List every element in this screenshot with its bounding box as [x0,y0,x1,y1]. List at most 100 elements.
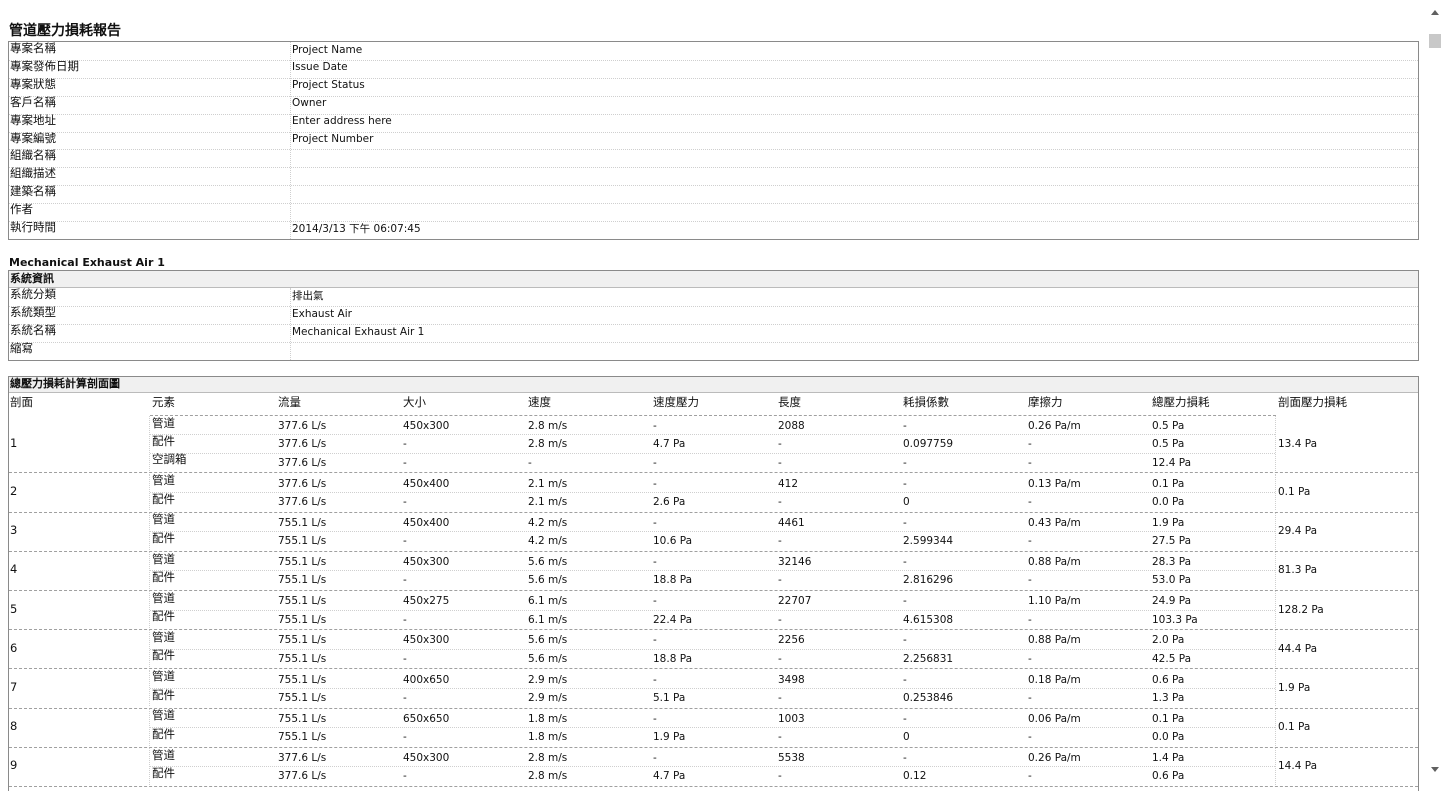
table-cell: 2.6 Pa [653,496,686,508]
info-label: 專案發佈日期 [10,58,79,73]
info-value: Project Number [292,133,374,145]
table-cell: 0.1 Pa [1152,477,1185,490]
table-cell: - [778,496,782,508]
section-right-divider [1275,416,1276,472]
table-cell: 755.1 L/s [278,673,327,686]
scrollbar-thumb[interactable] [1429,34,1441,48]
pressure-loss-header-bar [9,377,1418,393]
table-cell: - [903,634,907,647]
table-cell: 755.1 L/s [278,731,327,744]
element-type: 配件 [152,765,175,780]
table-cell: - [778,535,782,548]
section-right-divider [1275,552,1276,589]
row-divider [150,609,1275,611]
table-cell: 0.6 Pa [1152,770,1185,783]
table-cell: 1003 [778,712,805,725]
table-cell: 450x300 [403,420,450,432]
section-total-loss: 29.4 Pa [1278,525,1318,538]
table-cell: 755.1 L/s [278,692,327,704]
table-cell: - [903,456,907,469]
section-id: 9 [10,758,18,773]
table-cell: 755.1 L/s [278,652,327,665]
table-cell: 0.097759 [903,438,954,451]
table-cell: 5.6 m/s [528,556,568,568]
row-divider [150,688,1275,689]
table-cell: 18.8 Pa [653,652,693,665]
element-type: 管道 [152,551,175,566]
table-cell: 4.2 m/s [528,535,568,548]
row-divider [150,492,1275,493]
table-cell: 377.6 L/s [278,477,327,490]
table-cell: 1.3 Pa [1152,692,1185,704]
table-cell: - [653,556,657,568]
table-cell: 10.6 Pa [653,535,693,548]
table-cell: 2.599344 [903,535,954,548]
table-cell: - [778,692,782,704]
table-cell: 5.6 m/s [528,574,568,587]
table-cell: - [778,574,782,587]
row-divider [9,77,1418,79]
table-cell: - [653,420,657,432]
table-cell: 450x400 [403,516,450,529]
table-cell: 22.4 Pa [653,613,693,626]
info-label: 縮寫 [10,341,33,355]
info-label: 系統分類 [10,287,56,301]
table-cell: 2.8 m/s [528,420,568,432]
section-id: 7 [10,680,18,694]
table-cell: - [1028,770,1032,783]
table-cell: 1.9 Pa [1152,516,1185,529]
column-header: 摩擦力 [1028,395,1063,409]
column-header: 速度壓力 [653,395,699,409]
info-value: Enter address here [292,115,392,128]
vertical-scrollbar[interactable] [1427,0,1444,791]
info-value: 排出氣 [292,289,324,302]
chevron-up-icon[interactable] [1431,10,1439,15]
table-cell: - [653,752,657,764]
table-cell: - [778,770,782,783]
info-value: Issue Date [292,61,348,74]
table-cell: 2.9 m/s [528,692,568,704]
table-cell: 4.7 Pa [653,770,686,783]
section-divider [9,707,1418,709]
table-cell: - [903,516,907,529]
table-cell: 377.6 L/s [278,770,327,783]
element-type: 管道 [152,747,175,762]
report-title: 管道壓力損耗報告 [9,23,121,39]
table-cell: 2.8 m/s [528,752,568,764]
table-cell: 450x300 [403,634,450,647]
table-cell: - [1028,692,1032,704]
table-cell: - [778,731,782,744]
info-value: 2014/3/13 下午 06:07:45 [292,222,421,235]
table-cell: 0.0 Pa [1152,496,1185,508]
table-cell: 6.1 m/s [528,613,568,626]
table-cell: - [903,673,907,686]
pressure-loss-heading: 總壓力損耗計算剖面圖 [10,377,120,390]
table-cell: 6.1 m/s [528,595,568,608]
table-cell: 450x275 [403,595,450,608]
row-divider [9,149,1418,151]
table-cell: - [653,595,657,608]
info-label: 執行時間 [10,220,56,234]
table-cell: - [403,535,407,548]
chevron-down-icon[interactable] [1431,767,1439,772]
row-divider [9,185,1418,187]
section-id: 3 [10,523,18,538]
element-type: 管道 [152,669,175,684]
table-cell: - [1028,574,1032,587]
column-header: 總壓力損耗 [1152,395,1210,409]
column-header: 剖面壓力損耗 [1278,395,1347,409]
section-total-loss: 81.3 Pa [1278,564,1318,577]
section-divider [9,786,1418,787]
section-right-divider [1275,669,1276,707]
section-divider [9,472,1418,474]
table-cell: 5538 [778,752,805,764]
table-cell: 1.9 Pa [653,731,686,744]
section-total-loss: 0.1 Pa [1278,486,1311,498]
section-left-divider [149,416,150,472]
table-cell: - [903,712,907,725]
pressure-loss-table [8,376,1419,791]
row-divider [150,452,1275,454]
row-divider [150,531,1275,533]
table-cell: 5.6 m/s [528,634,568,647]
info-value: Mechanical Exhaust Air 1 [292,325,425,338]
